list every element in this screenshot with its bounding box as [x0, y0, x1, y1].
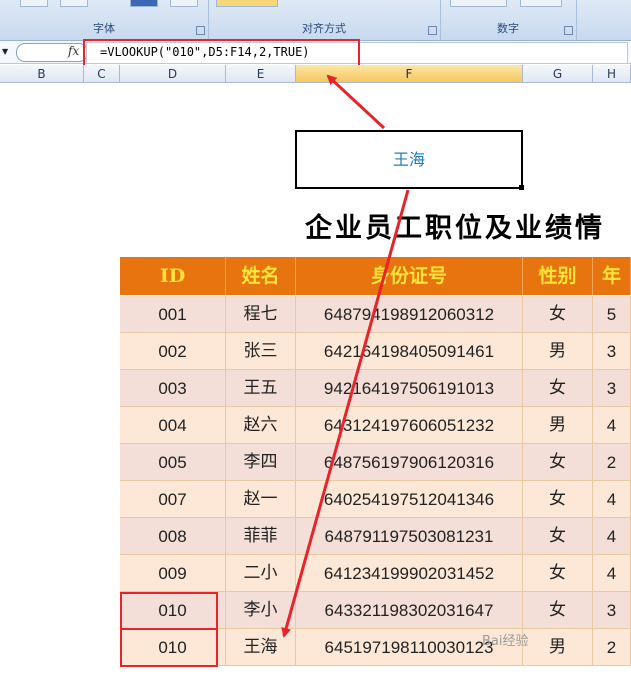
- cell-id-number[interactable]: 648791197503081231: [296, 518, 523, 555]
- alignment-group: 对齐方式: [208, 0, 441, 40]
- cell-name[interactable]: 二小: [226, 555, 296, 592]
- header-gender[interactable]: 性别: [523, 257, 593, 295]
- cell-id[interactable]: 001: [120, 296, 226, 333]
- number-dialog-launcher-icon[interactable]: [564, 26, 573, 35]
- column-header-g[interactable]: G: [523, 65, 593, 83]
- cell-gender[interactable]: 男: [523, 333, 593, 370]
- lookup-result-cell[interactable]: 王海: [295, 130, 523, 189]
- cell-id-number[interactable]: 643124197606051232: [296, 407, 523, 444]
- header-name[interactable]: 姓名: [226, 257, 296, 295]
- ribbon: 字体 对齐方式 数字: [0, 0, 631, 41]
- cell-name[interactable]: 王五: [226, 370, 296, 407]
- cell-gender[interactable]: 女: [523, 555, 593, 592]
- cell-name[interactable]: 王海: [226, 629, 296, 666]
- cell-age[interactable]: 4: [593, 407, 631, 444]
- cell-name[interactable]: 赵一: [226, 481, 296, 518]
- cell-name[interactable]: 李四: [226, 444, 296, 481]
- header-age[interactable]: 年: [593, 257, 631, 295]
- cell-name[interactable]: 李小: [226, 592, 296, 629]
- cell-gender[interactable]: 女: [523, 592, 593, 629]
- cell-id-number[interactable]: 648794198912060312: [296, 296, 523, 333]
- font-group-label: 字体: [93, 22, 115, 35]
- cell-gender[interactable]: 女: [523, 481, 593, 518]
- insert-function-icon[interactable]: fx: [68, 44, 79, 58]
- cell-gender[interactable]: 男: [523, 629, 593, 666]
- cell-id-number[interactable]: 942164197506191013: [296, 370, 523, 407]
- id-highlight-box-2: [120, 628, 218, 667]
- cell-gender[interactable]: 女: [523, 518, 593, 555]
- watermark: Bai经验: [482, 634, 529, 649]
- column-header-c[interactable]: C: [84, 65, 120, 83]
- cell-age[interactable]: 4: [593, 518, 631, 555]
- formula-highlight-box: [83, 39, 360, 67]
- header-id-number[interactable]: 身份证号: [296, 257, 523, 295]
- cell-id[interactable]: 005: [120, 444, 226, 481]
- cell-age[interactable]: 3: [593, 333, 631, 370]
- column-header-e[interactable]: E: [226, 65, 296, 83]
- cell-gender[interactable]: 男: [523, 407, 593, 444]
- font-group: 字体: [0, 0, 209, 40]
- cell-id[interactable]: 002: [120, 333, 226, 370]
- cell-id-number[interactable]: 648756197906120316: [296, 444, 523, 481]
- cell-name[interactable]: 菲菲: [226, 518, 296, 555]
- id-highlight-box-1: [120, 592, 218, 630]
- cell-age[interactable]: 2: [593, 629, 631, 666]
- sheet-title: 企业员工职位及业绩情: [305, 213, 605, 244]
- cell-gender[interactable]: 女: [523, 444, 593, 481]
- cell-id[interactable]: 003: [120, 370, 226, 407]
- cell-age[interactable]: 2: [593, 444, 631, 481]
- arrow-to-formula: [326, 74, 386, 130]
- cell-age[interactable]: 3: [593, 592, 631, 629]
- font-dialog-launcher-icon[interactable]: [196, 26, 205, 35]
- cell-id[interactable]: 007: [120, 481, 226, 518]
- cell-name[interactable]: 赵六: [226, 407, 296, 444]
- cell-id-number[interactable]: 642164198405091461: [296, 333, 523, 370]
- cell-age[interactable]: 3: [593, 370, 631, 407]
- fill-handle[interactable]: [519, 185, 524, 190]
- cell-id-number[interactable]: 640254197512041346: [296, 481, 523, 518]
- cell-id-number[interactable]: 643321198302031647: [296, 592, 523, 629]
- cell-gender[interactable]: 女: [523, 296, 593, 333]
- cell-age[interactable]: 5: [593, 296, 631, 333]
- column-header-h[interactable]: H: [593, 65, 631, 83]
- column-header-b[interactable]: B: [0, 65, 84, 83]
- cell-id[interactable]: 009: [120, 555, 226, 592]
- cell-id[interactable]: 008: [120, 518, 226, 555]
- cell-age[interactable]: 4: [593, 555, 631, 592]
- column-header-f[interactable]: F: [296, 65, 523, 83]
- alignment-group-label: 对齐方式: [302, 22, 346, 35]
- cell-age[interactable]: 4: [593, 481, 631, 518]
- column-header-d[interactable]: D: [120, 65, 226, 83]
- number-group-label: 数字: [497, 22, 519, 35]
- cell-name[interactable]: 程七: [226, 296, 296, 333]
- header-id[interactable]: ID: [120, 257, 226, 295]
- cell-gender[interactable]: 女: [523, 370, 593, 407]
- name-box-dropdown-icon[interactable]: ▼: [2, 47, 8, 56]
- cell-id-number[interactable]: 641234199902031452: [296, 555, 523, 592]
- cell-id[interactable]: 004: [120, 407, 226, 444]
- alignment-dialog-launcher-icon[interactable]: [428, 26, 437, 35]
- number-group: 数字: [440, 0, 577, 40]
- cell-name[interactable]: 张三: [226, 333, 296, 370]
